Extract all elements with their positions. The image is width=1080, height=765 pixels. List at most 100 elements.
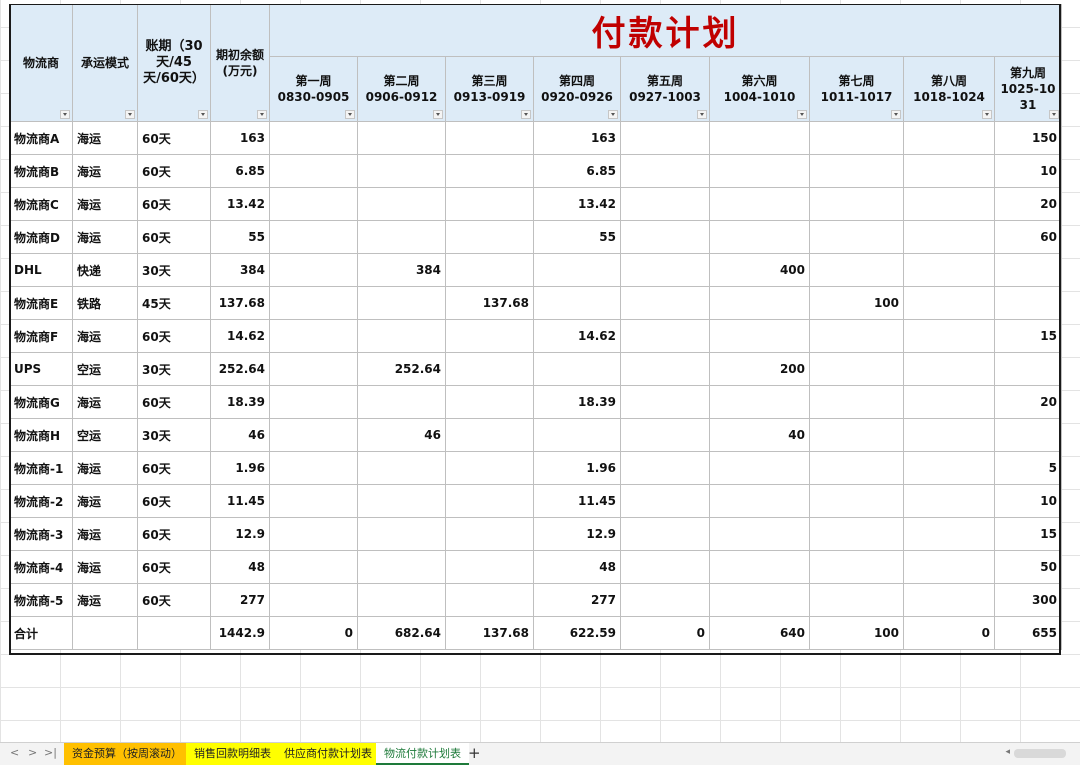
cell-week-5[interactable]: 0 bbox=[620, 616, 710, 650]
cell-week-2[interactable] bbox=[357, 517, 446, 551]
first-sheet-arrow-icon[interactable]: < bbox=[10, 746, 19, 759]
cell-logistics[interactable]: 物流商E bbox=[9, 286, 73, 320]
cell-week-8[interactable] bbox=[903, 352, 995, 386]
cell-balance[interactable]: 163 bbox=[210, 121, 270, 155]
cell-mode[interactable]: 海运 bbox=[72, 451, 138, 485]
cell-week-3[interactable] bbox=[445, 583, 534, 617]
cell-week-8[interactable] bbox=[903, 517, 995, 551]
cell-week-5[interactable] bbox=[620, 484, 710, 518]
cell-week-2[interactable] bbox=[357, 187, 446, 221]
cell-week-4[interactable] bbox=[533, 352, 621, 386]
cell-week-5[interactable] bbox=[620, 451, 710, 485]
cell-week-3[interactable] bbox=[445, 484, 534, 518]
cell-week-1[interactable] bbox=[269, 121, 358, 155]
cell-week-4[interactable]: 11.45 bbox=[533, 484, 621, 518]
cell-week-1[interactable] bbox=[269, 253, 358, 287]
cell-week-2[interactable] bbox=[357, 154, 446, 188]
cell-week-1[interactable] bbox=[269, 484, 358, 518]
cell-mode[interactable] bbox=[72, 616, 138, 650]
cell-term[interactable]: 60天 bbox=[137, 451, 211, 485]
cell-week-9[interactable]: 15 bbox=[994, 517, 1062, 551]
cell-week-8[interactable] bbox=[903, 319, 995, 353]
cell-week-6[interactable] bbox=[709, 319, 810, 353]
cell-week-5[interactable] bbox=[620, 550, 710, 584]
cell-week-4[interactable]: 14.62 bbox=[533, 319, 621, 353]
cell-mode[interactable]: 空运 bbox=[72, 352, 138, 386]
cell-week-2[interactable]: 682.64 bbox=[357, 616, 446, 650]
cell-logistics[interactable]: DHL bbox=[9, 253, 73, 287]
cell-logistics[interactable]: 物流商H bbox=[9, 418, 73, 452]
cell-logistics[interactable]: 物流商D bbox=[9, 220, 73, 254]
cell-week-2[interactable] bbox=[357, 451, 446, 485]
cell-balance[interactable]: 48 bbox=[210, 550, 270, 584]
cell-week-7[interactable] bbox=[809, 220, 904, 254]
cell-logistics[interactable]: 物流商C bbox=[9, 187, 73, 221]
cell-week-1[interactable] bbox=[269, 385, 358, 419]
cell-week-6[interactable]: 200 bbox=[709, 352, 810, 386]
cell-week-6[interactable] bbox=[709, 517, 810, 551]
cell-week-9[interactable]: 5 bbox=[994, 451, 1062, 485]
cell-week-5[interactable] bbox=[620, 286, 710, 320]
cell-week-7[interactable] bbox=[809, 154, 904, 188]
filter-dropdown-icon[interactable] bbox=[433, 110, 443, 119]
cell-week-4[interactable]: 13.42 bbox=[533, 187, 621, 221]
cell-week-5[interactable] bbox=[620, 319, 710, 353]
cell-week-8[interactable]: 0 bbox=[903, 616, 995, 650]
filter-dropdown-icon[interactable] bbox=[891, 110, 901, 119]
filter-dropdown-icon[interactable] bbox=[608, 110, 618, 119]
cell-week-6[interactable] bbox=[709, 220, 810, 254]
cell-week-3[interactable] bbox=[445, 517, 534, 551]
filter-dropdown-icon[interactable] bbox=[982, 110, 992, 119]
cell-week-7[interactable] bbox=[809, 187, 904, 221]
cell-week-1[interactable] bbox=[269, 187, 358, 221]
cell-balance[interactable]: 277 bbox=[210, 583, 270, 617]
cell-week-9[interactable] bbox=[994, 253, 1062, 287]
cell-week-3[interactable] bbox=[445, 154, 534, 188]
cell-week-7[interactable] bbox=[809, 583, 904, 617]
filter-dropdown-icon[interactable] bbox=[257, 110, 267, 119]
cell-term[interactable]: 60天 bbox=[137, 385, 211, 419]
cell-week-2[interactable] bbox=[357, 385, 446, 419]
tab-sales-collection[interactable]: 销售回款明细表 bbox=[186, 743, 279, 765]
cell-week-4[interactable]: 18.39 bbox=[533, 385, 621, 419]
cell-week-1[interactable] bbox=[269, 352, 358, 386]
cell-week-6[interactable]: 400 bbox=[709, 253, 810, 287]
cell-week-3[interactable] bbox=[445, 451, 534, 485]
cell-week-9[interactable]: 10 bbox=[994, 484, 1062, 518]
cell-mode[interactable]: 海运 bbox=[72, 550, 138, 584]
filter-dropdown-icon[interactable] bbox=[697, 110, 707, 119]
cell-week-8[interactable] bbox=[903, 385, 995, 419]
cell-mode[interactable]: 铁路 bbox=[72, 286, 138, 320]
cell-week-9[interactable]: 655 bbox=[994, 616, 1062, 650]
cell-week-3[interactable] bbox=[445, 550, 534, 584]
cell-week-2[interactable] bbox=[357, 220, 446, 254]
cell-week-5[interactable] bbox=[620, 253, 710, 287]
cell-week-3[interactable] bbox=[445, 253, 534, 287]
cell-week-6[interactable]: 40 bbox=[709, 418, 810, 452]
cell-logistics[interactable]: 物流商G bbox=[9, 385, 73, 419]
cell-week-6[interactable] bbox=[709, 385, 810, 419]
cell-week-1[interactable] bbox=[269, 550, 358, 584]
cell-logistics[interactable]: 物流商-5 bbox=[9, 583, 73, 617]
cell-week-2[interactable] bbox=[357, 121, 446, 155]
cell-balance[interactable]: 14.62 bbox=[210, 319, 270, 353]
cell-term[interactable]: 30天 bbox=[137, 253, 211, 287]
cell-week-9[interactable]: 60 bbox=[994, 220, 1062, 254]
tab-supplier-payment[interactable]: 供应商付款计划表 bbox=[276, 743, 380, 765]
cell-week-5[interactable] bbox=[620, 352, 710, 386]
cell-week-9[interactable]: 10 bbox=[994, 154, 1062, 188]
cell-term[interactable]: 60天 bbox=[137, 550, 211, 584]
cell-week-2[interactable] bbox=[357, 550, 446, 584]
cell-week-6[interactable] bbox=[709, 286, 810, 320]
cell-balance[interactable]: 6.85 bbox=[210, 154, 270, 188]
cell-balance[interactable]: 1442.9 bbox=[210, 616, 270, 650]
cell-week-3[interactable]: 137.68 bbox=[445, 616, 534, 650]
cell-week-7[interactable] bbox=[809, 451, 904, 485]
spreadsheet-area[interactable]: 物流商 承运模式 账期（30天/45天/60天） 期初余额(万元) 付款计划 第… bbox=[0, 0, 1080, 742]
cell-term[interactable]: 60天 bbox=[137, 517, 211, 551]
cell-week-4[interactable] bbox=[533, 253, 621, 287]
cell-mode[interactable]: 空运 bbox=[72, 418, 138, 452]
cell-week-4[interactable]: 1.96 bbox=[533, 451, 621, 485]
cell-week-9[interactable]: 150 bbox=[994, 121, 1062, 155]
cell-mode[interactable]: 海运 bbox=[72, 517, 138, 551]
